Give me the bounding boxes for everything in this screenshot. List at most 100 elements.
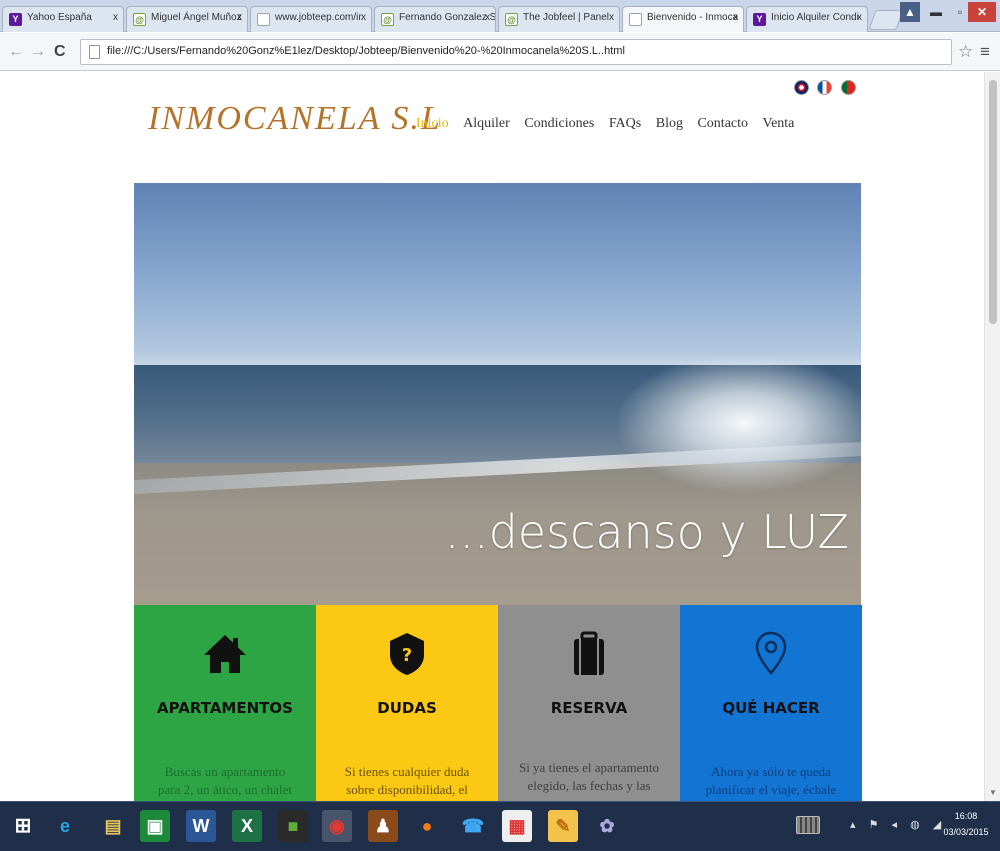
nav-inicio[interactable]: Inicio bbox=[416, 116, 449, 132]
hero-tagline: ...descanso y LUZ bbox=[444, 505, 849, 559]
box-dudas[interactable]: ? DUDAS Si tienes cualquier duda sobre d… bbox=[316, 605, 498, 801]
close-icon[interactable]: x bbox=[113, 12, 118, 23]
close-icon[interactable]: x bbox=[237, 12, 242, 23]
clock-time: 16:08 bbox=[954, 811, 978, 821]
address-bar[interactable]: file:///C:/Users/Fernando%20Gonz%E1lez/D… bbox=[80, 39, 952, 65]
store-icon[interactable]: ▣ bbox=[140, 810, 170, 842]
site-logo[interactable]: INMOCANELA S.L bbox=[148, 100, 442, 138]
page-viewport: INMOCANELA S.L Inicio Alquiler Condicion… bbox=[0, 72, 984, 801]
hamburger-menu-icon[interactable]: ≡ bbox=[980, 42, 990, 62]
excel-icon[interactable]: X bbox=[232, 810, 262, 842]
box-title: QUÉ HACER bbox=[722, 699, 820, 717]
tab-title: The Jobfeel | Panel bbox=[523, 12, 609, 23]
nav-contacto[interactable]: Contacto bbox=[697, 116, 748, 132]
new-tab-button[interactable] bbox=[868, 10, 904, 30]
nav-blog[interactable]: Blog bbox=[656, 116, 683, 132]
france-flag-icon[interactable] bbox=[817, 80, 833, 95]
box-text: Ahora ya sólo te queda planificar el via… bbox=[705, 764, 837, 801]
address-url: file:///C:/Users/Fernando%20Gonz%E1lez/D… bbox=[107, 45, 625, 57]
mail-favicon-icon: @ bbox=[381, 13, 394, 26]
close-icon[interactable]: x bbox=[485, 12, 490, 23]
house-icon bbox=[204, 635, 246, 673]
hero-beach-image: ...descanso y LUZ bbox=[134, 183, 861, 605]
tab-mail-fernando[interactable]: @ Fernando Gonzalez S x bbox=[374, 6, 496, 32]
box-text: Si ya tienes el apartamento elegido, las… bbox=[518, 760, 660, 793]
box-reserva[interactable]: RESERVA Si ya tienes el apartamento eleg… bbox=[498, 605, 680, 801]
close-icon[interactable]: x bbox=[361, 12, 366, 23]
scrollbar-thumb[interactable] bbox=[989, 80, 997, 324]
skype-icon[interactable]: ☎ bbox=[458, 810, 488, 842]
internet-explorer-icon[interactable]: e bbox=[50, 810, 80, 842]
tab-title: Yahoo España bbox=[27, 12, 92, 23]
close-icon[interactable]: x bbox=[857, 12, 862, 23]
website: INMOCANELA S.L Inicio Alquiler Condicion… bbox=[134, 72, 862, 801]
box-apartamentos[interactable]: APARTAMENTOS Buscas un apartamento para … bbox=[134, 605, 316, 801]
scroll-down-icon[interactable]: ▼ bbox=[989, 788, 997, 797]
box-text: Si tienes cualquier duda sobre disponibi… bbox=[344, 764, 470, 797]
box-que-hacer[interactable]: QUÉ HACER Ahora ya sólo te queda planifi… bbox=[680, 605, 862, 801]
tab-bienvenido[interactable]: Bienvenido - Inmoca x bbox=[622, 6, 744, 32]
tab-mail-miguel[interactable]: @ Miguel Ángel Muñoz x bbox=[126, 6, 248, 32]
main-nav: Inicio Alquiler Condiciones FAQs Blog Co… bbox=[416, 116, 805, 132]
clock[interactable]: 16:08 03/03/2015 bbox=[936, 808, 996, 840]
question-shield-icon: ? bbox=[390, 633, 424, 675]
tab-title: Fernando Gonzalez S bbox=[399, 12, 496, 23]
site-header: INMOCANELA S.L Inicio Alquiler Condicion… bbox=[134, 72, 861, 183]
calendar-icon[interactable]: ▦ bbox=[502, 810, 532, 842]
tab-yahoo[interactable]: Y Yahoo España x bbox=[2, 6, 124, 32]
tab-title: Miguel Ángel Muñoz bbox=[151, 12, 242, 23]
paint-icon[interactable]: ✿ bbox=[592, 810, 622, 842]
keyboard-icon[interactable] bbox=[796, 816, 820, 834]
box-title: APARTAMENTOS bbox=[157, 699, 293, 717]
box-title: DUDAS bbox=[377, 699, 437, 717]
tab-title: Bienvenido - Inmoca bbox=[647, 12, 739, 23]
mail-favicon-icon: @ bbox=[505, 13, 518, 26]
uk-flag-icon[interactable] bbox=[794, 80, 809, 95]
contacts-icon[interactable]: ♟ bbox=[368, 810, 398, 842]
portugal-flag-icon[interactable] bbox=[840, 80, 856, 95]
tab-jobfeel[interactable]: @ The Jobfeel | Panel x bbox=[498, 6, 620, 32]
tab-title: www.jobteep.com/ir bbox=[275, 12, 362, 23]
box-text: Buscas un apartamento para 2, un ático, … bbox=[158, 764, 292, 797]
nav-condiciones[interactable]: Condiciones bbox=[524, 116, 594, 132]
chrome-icon[interactable]: ◉ bbox=[322, 810, 352, 842]
vertical-scrollbar[interactable]: ▼ bbox=[984, 72, 1000, 801]
browser-tab-strip: Y Yahoo España x @ Miguel Ángel Muñoz x … bbox=[0, 0, 1000, 32]
mail-favicon-icon: @ bbox=[133, 13, 146, 26]
minecraft-icon[interactable]: ■ bbox=[278, 810, 308, 842]
minimize-window-button[interactable]: ▬ bbox=[924, 2, 948, 22]
yahoo-favicon-icon: Y bbox=[9, 13, 22, 26]
browser-toolbar: ← → C file:///C:/Users/Fernando%20Gonz%E… bbox=[0, 33, 1000, 71]
box-title: RESERVA bbox=[550, 699, 628, 717]
language-flags bbox=[790, 80, 856, 100]
tab-title: Inicio Alquiler Condi bbox=[771, 12, 859, 23]
forward-arrow-icon[interactable]: → bbox=[30, 43, 46, 61]
close-window-button[interactable]: ✕ bbox=[968, 2, 996, 22]
nav-venta[interactable]: Venta bbox=[763, 116, 795, 132]
svg-text:?: ? bbox=[402, 645, 412, 666]
reload-icon[interactable]: C bbox=[54, 43, 66, 61]
yahoo-favicon-icon: Y bbox=[753, 13, 766, 26]
word-icon[interactable]: W bbox=[186, 810, 216, 842]
windows-taskbar: ⊞ e ▤ ▣ W X ■ ◉ ♟ ● ☎ ▦ ✎ ✿ ▴ ⚑ ◂ ◍ ◢ 16… bbox=[0, 801, 1000, 851]
firefox-icon[interactable]: ● bbox=[412, 810, 442, 842]
suitcase-icon bbox=[574, 631, 604, 675]
page-favicon-icon bbox=[629, 13, 642, 26]
page-favicon-icon bbox=[257, 13, 270, 26]
nav-alquiler[interactable]: Alquiler bbox=[463, 116, 510, 132]
bookmark-star-icon[interactable]: ☆ bbox=[958, 42, 973, 62]
windows-start-icon[interactable]: ⊞ bbox=[8, 810, 38, 842]
file-page-icon bbox=[89, 45, 100, 59]
tab-jobteep[interactable]: www.jobteep.com/ir x bbox=[250, 6, 372, 32]
file-explorer-icon[interactable]: ▤ bbox=[98, 810, 128, 842]
close-icon[interactable]: x bbox=[733, 12, 738, 23]
notes-icon[interactable]: ✎ bbox=[548, 810, 578, 842]
nav-faqs[interactable]: FAQs bbox=[609, 116, 641, 132]
map-pin-icon bbox=[755, 631, 787, 675]
system-tray-icons[interactable]: ▴ ⚑ ◂ ◍ ◢ bbox=[850, 818, 946, 831]
back-arrow-icon[interactable]: ← bbox=[8, 43, 24, 61]
clock-date: 03/03/2015 bbox=[943, 827, 989, 837]
user-profile-icon[interactable]: ▲ bbox=[900, 2, 920, 22]
tab-inicio-alquiler[interactable]: Y Inicio Alquiler Condi x bbox=[746, 6, 868, 32]
close-icon[interactable]: x bbox=[609, 12, 614, 23]
